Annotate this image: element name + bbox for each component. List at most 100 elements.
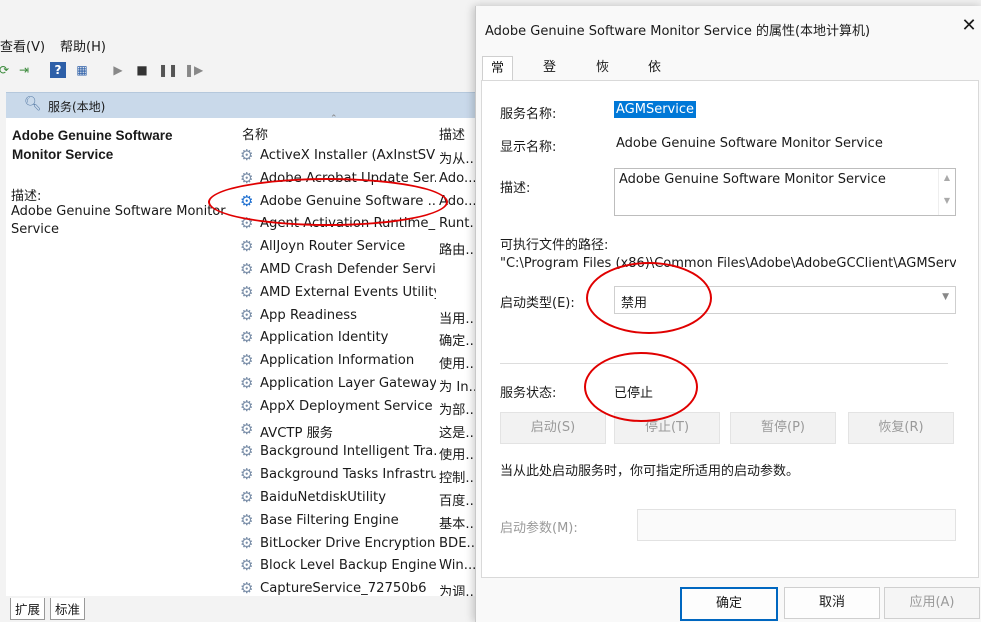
param-input[interactable] xyxy=(637,509,956,541)
service-name: AppX Deployment Service ... xyxy=(260,398,436,414)
service-name: ActiveX Installer (AxInstSV) xyxy=(260,148,436,163)
service-name: Application Layer Gateway ... xyxy=(260,376,436,391)
service-row[interactable]: ⚙ Adobe Genuine Software ... Ado... xyxy=(240,191,476,213)
start-icon[interactable]: ▶ xyxy=(110,62,126,78)
scroll-down-icon[interactable]: ▼ xyxy=(939,196,955,205)
startup-type-label: 启动类型(E): xyxy=(500,296,575,311)
stop-icon[interactable]: ■ xyxy=(134,62,150,78)
scroll-up-icon[interactable]: ▲ xyxy=(939,173,955,182)
gear-icon: ⚙ xyxy=(240,328,254,347)
service-row[interactable]: ⚙ Application Identity 确定... xyxy=(240,327,476,349)
cancel-button[interactable]: 取消 xyxy=(784,587,880,619)
gear-icon: ⚙ xyxy=(240,465,254,484)
sort-caret-icon: ⌃ xyxy=(330,114,338,124)
service-desc: Ado... xyxy=(439,193,475,209)
service-desc: Win... xyxy=(439,558,475,574)
service-row[interactable]: ⚙ ActiveX Installer (AxInstSV) 为从... xyxy=(240,145,476,167)
tab-logon[interactable]: 登录 xyxy=(535,56,564,99)
status-value: 已停止 xyxy=(614,386,654,401)
start-button[interactable]: 启动(S) xyxy=(500,412,606,444)
service-row[interactable]: ⚙ BaiduNetdiskUtility 百度... xyxy=(240,487,476,509)
service-name: BitLocker Drive Encryption ... xyxy=(260,535,436,551)
column-name-header[interactable]: 名称 xyxy=(242,124,268,143)
service-desc: 使用... xyxy=(439,448,475,464)
gear-icon: ⚙ xyxy=(240,533,254,552)
service-row[interactable]: ⚙ Block Level Backup Engine ... Win... xyxy=(240,555,476,577)
service-name: Background Tasks Infrastru... xyxy=(260,467,436,483)
gear-icon: ⚙ xyxy=(240,191,254,210)
service-desc: 为部... xyxy=(439,402,475,418)
tab-extended[interactable]: 扩展 xyxy=(10,598,46,620)
service-row[interactable]: ⚙ Adobe Acrobat Update Ser... Ado... xyxy=(240,168,476,190)
gear-icon: ⚙ xyxy=(240,214,254,233)
pause-icon[interactable]: ❚❚ xyxy=(158,62,178,78)
description-textarea[interactable]: Adobe Genuine Software Monitor Service ▲… xyxy=(614,168,956,216)
pause-button[interactable]: 暂停(P) xyxy=(730,412,836,444)
service-name: Application Information xyxy=(260,353,415,369)
stop-button[interactable]: 停止(T) xyxy=(614,412,720,444)
scrollbar[interactable]: ▲ ▼ xyxy=(938,169,955,215)
gear-icon: ⚙ xyxy=(240,282,254,301)
startup-type-value: 禁用 xyxy=(621,296,648,311)
description-text: Adobe Genuine Software Monitor Service xyxy=(11,204,226,237)
menu-view[interactable]: 查看(V) xyxy=(0,36,45,55)
service-row[interactable]: ⚙ Application Information 使用... xyxy=(240,350,476,372)
service-row[interactable]: ⚙ AMD Crash Defender Servi... xyxy=(240,259,476,281)
gear-icon: ⚙ xyxy=(240,396,254,415)
service-name: AMD External Events Utility xyxy=(260,284,436,300)
service-desc: 这是... xyxy=(439,425,475,441)
gear-icon: ⚙ xyxy=(240,556,254,575)
service-desc: 为 In... xyxy=(439,380,475,395)
gear-icon: ⚙ xyxy=(240,260,254,278)
service-desc: 百度... xyxy=(439,494,475,509)
gear-icon: ⚙ xyxy=(240,351,254,370)
service-name: BaiduNetdiskUtility xyxy=(260,490,387,505)
close-icon[interactable]: ✕ xyxy=(960,16,978,36)
tab-dependencies[interactable]: 依存关系 xyxy=(640,56,669,147)
tab-general[interactable]: 常规 xyxy=(482,56,514,100)
apply-button[interactable]: 应用(A) xyxy=(884,587,980,619)
column-desc-header[interactable]: 描述 xyxy=(439,124,465,143)
gear-icon: ⚙ xyxy=(240,146,254,164)
restart-icon[interactable]: ❚▶ xyxy=(184,62,203,78)
display-name-value[interactable]: Adobe Genuine Software Monitor Service xyxy=(616,136,883,151)
tab-standard[interactable]: 标准 xyxy=(50,598,86,620)
service-row[interactable]: ⚙ AMD External Events Utility xyxy=(240,282,476,304)
service-row[interactable]: ⚙ Background Intelligent Tra... 使用... xyxy=(240,441,476,463)
tab-recovery[interactable]: 恢复 xyxy=(588,56,617,99)
service-name-label: 服务名称: xyxy=(500,107,557,122)
service-row[interactable]: ⚙ AVCTP 服务 这是... xyxy=(240,419,476,441)
refresh-icon[interactable]: ⟳ xyxy=(0,62,12,78)
service-desc: BDE... xyxy=(439,535,475,551)
service-row[interactable]: ⚙ Application Layer Gateway ...为 In... xyxy=(240,373,476,395)
service-name: AllJoyn Router Service xyxy=(260,239,406,255)
dialog-title: Adobe Genuine Software Monitor Service 的… xyxy=(485,24,871,39)
service-name-value[interactable]: AGMService xyxy=(614,101,696,118)
divider xyxy=(500,363,948,364)
search-icon: 🔍︎ xyxy=(24,96,42,112)
gear-icon: ⚙ xyxy=(240,510,254,529)
menu-help[interactable]: 帮助(H) xyxy=(60,36,106,55)
service-name: Application Identity xyxy=(260,330,389,346)
service-desc: 使用... xyxy=(439,357,475,373)
properties-icon[interactable]: ▦ xyxy=(74,62,90,78)
panel-title: 服务(本地) xyxy=(48,100,106,114)
service-row[interactable]: ⚙ Base Filtering Engine 基本... xyxy=(240,510,476,532)
bottom-tabs: 扩展 标准 xyxy=(6,596,476,620)
service-row[interactable]: ⚙ BitLocker Drive Encryption ...BDE... xyxy=(240,533,476,555)
service-row[interactable]: ⚙ Agent Activation Runtime_...Runt... xyxy=(240,213,476,235)
service-row[interactable]: ⚙ AppX Deployment Service ... 为部... xyxy=(240,396,476,418)
startup-type-select[interactable]: 禁用 ▼ xyxy=(614,286,956,314)
service-row[interactable]: ⚙ Background Tasks Infrastru... 控制... xyxy=(240,464,476,486)
service-row[interactable]: ⚙ AllJoyn Router Service 路由... xyxy=(240,236,476,258)
description-field-label: 描述: xyxy=(500,181,531,196)
ok-button[interactable]: 确定 xyxy=(680,587,778,621)
export-icon[interactable]: ⇥ xyxy=(16,62,32,78)
toolbar: ⟳ ⇥ ? ▦ ▶ ■ ❚❚ ❚▶ xyxy=(0,58,480,84)
help-icon[interactable]: ? xyxy=(50,62,66,78)
param-label: 启动参数(M): xyxy=(500,521,578,536)
service-row[interactable]: ⚙ App Readiness 当用... xyxy=(240,305,476,327)
service-desc: 控制... xyxy=(439,471,475,487)
service-name: Agent Activation Runtime_... xyxy=(260,216,436,232)
resume-button[interactable]: 恢复(R) xyxy=(848,412,954,444)
